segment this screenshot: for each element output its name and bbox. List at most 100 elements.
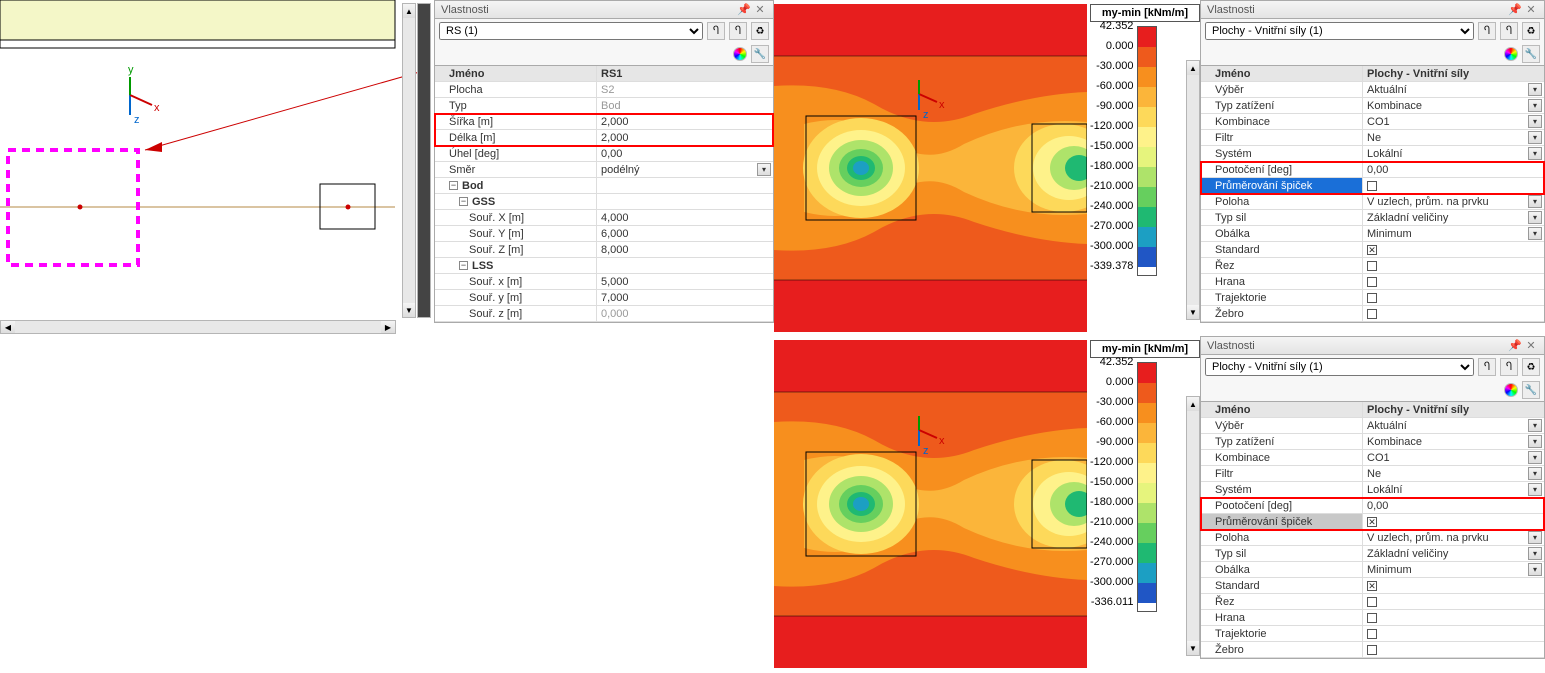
checkbox[interactable] [1363,290,1544,305]
checkbox[interactable] [1363,242,1544,257]
value[interactable]: 6,000 [597,226,773,241]
color-wheel-icon[interactable] [1504,47,1518,61]
close-icon[interactable]: ✕ [1524,339,1538,352]
chevron-down-icon[interactable] [1528,195,1542,208]
chevron-down-icon[interactable] [1528,227,1542,240]
value[interactable]: 0,00 [1363,162,1544,177]
tree-lss[interactable]: −LSS [435,258,597,273]
checkbox-icon[interactable] [1367,597,1377,607]
checkbox[interactable] [1363,258,1544,273]
value[interactable]: 5,000 [597,274,773,289]
value[interactable]: V uzlech, prům. na prvku [1363,530,1544,545]
checkbox-icon[interactable] [1367,293,1377,303]
value[interactable]: Minimum [1363,562,1544,577]
checkbox-icon[interactable] [1367,245,1377,255]
scrollbar-v[interactable]: ▲▼ [402,3,416,318]
chevron-down-icon[interactable] [1528,451,1542,464]
value[interactable]: Aktuální [1363,82,1544,97]
wrench-icon[interactable]: 🔧 [1522,45,1540,63]
checkbox-icon[interactable] [1367,261,1377,271]
color-wheel-icon[interactable] [733,47,747,61]
value[interactable]: Základní veličiny [1363,210,1544,225]
value[interactable]: Minimum [1363,226,1544,241]
value[interactable]: Ne [1363,130,1544,145]
checkbox[interactable] [1363,594,1544,609]
checkbox[interactable] [1363,610,1544,625]
chevron-down-icon[interactable] [1528,435,1542,448]
value[interactable]: 7,000 [597,290,773,305]
chevron-down-icon[interactable] [1528,547,1542,560]
chevron-down-icon[interactable] [1528,115,1542,128]
recycle-icon[interactable]: ♻ [751,22,769,40]
value[interactable]: Kombinace [1363,98,1544,113]
pin-icon[interactable]: 📌 [737,3,751,16]
chevron-down-icon[interactable] [1528,563,1542,576]
chevron-down-icon[interactable] [1528,483,1542,496]
contour-plot-top[interactable]: z x my-min [kNm/m]42.3520.000-30.000-60.… [774,0,1200,336]
chevron-down-icon[interactable] [1528,99,1542,112]
value[interactable]: CO1 [1363,114,1544,129]
checkbox-icon[interactable] [1367,629,1377,639]
tree-gss[interactable]: −GSS [435,194,597,209]
value-dropdown[interactable]: podélný [597,162,773,177]
checkbox-icon[interactable] [1367,517,1377,527]
panel-title-bar[interactable]: Vlastnosti 📌✕ [434,0,774,19]
filter-icon[interactable]: Ⴄ [1478,358,1496,376]
panel-title-bar[interactable]: Vlastnosti📌✕ [1200,0,1545,19]
selector-dropdown[interactable]: Plochy - Vnitřní síly (1) [1205,22,1474,40]
chevron-down-icon[interactable] [1528,467,1542,480]
filter2-icon[interactable]: Ⴄ [1500,358,1518,376]
panel-title-bar[interactable]: Vlastnosti📌✕ [1200,336,1545,355]
chevron-down-icon[interactable] [757,163,771,176]
wrench-icon[interactable]: 🔧 [751,45,769,63]
filter-icon[interactable]: Ⴄ [707,22,725,40]
checkbox-icon[interactable] [1367,277,1377,287]
filter-icon[interactable]: Ⴄ [1478,22,1496,40]
value[interactable]: Kombinace [1363,434,1544,449]
value[interactable]: Ne [1363,466,1544,481]
chevron-down-icon[interactable] [1528,419,1542,432]
checkbox-peak-averaging[interactable] [1363,178,1544,193]
checkbox-peak-averaging[interactable] [1363,514,1544,529]
checkbox[interactable] [1363,578,1544,593]
checkbox-icon[interactable] [1367,613,1377,623]
tree-bod[interactable]: −Bod [435,178,597,193]
chevron-down-icon[interactable] [1528,531,1542,544]
model-view[interactable]: y z x ▲▼ ◀▶ [0,0,434,336]
contour-plot-bottom[interactable]: z x my-min [kNm/m]42.3520.000-30.000-60.… [774,336,1200,673]
close-icon[interactable]: ✕ [1524,3,1538,16]
wrench-icon[interactable]: 🔧 [1522,381,1540,399]
value[interactable]: Základní veličiny [1363,546,1544,561]
filter2-icon[interactable]: Ⴄ [1500,22,1518,40]
chevron-down-icon[interactable] [1528,211,1542,224]
checkbox-icon[interactable] [1367,645,1377,655]
close-icon[interactable]: ✕ [753,3,767,16]
value[interactable]: 0,00 [597,146,773,161]
pin-icon[interactable]: 📌 [1508,3,1522,16]
color-wheel-icon[interactable] [1504,383,1518,397]
pin-icon[interactable]: 📌 [1508,339,1522,352]
value[interactable]: CO1 [1363,450,1544,465]
checkbox[interactable] [1363,306,1544,321]
checkbox-icon[interactable] [1367,181,1377,191]
scrollbar-h[interactable]: ◀▶ [0,320,396,334]
chevron-down-icon[interactable] [1528,131,1542,144]
recycle-icon[interactable]: ♻ [1522,358,1540,376]
checkbox[interactable] [1363,274,1544,289]
recycle-icon[interactable]: ♻ [1522,22,1540,40]
checkbox-icon[interactable] [1367,581,1377,591]
checkbox[interactable] [1363,626,1544,641]
chevron-down-icon[interactable] [1528,83,1542,96]
value-width[interactable]: 2,000 [597,114,773,129]
chevron-down-icon[interactable] [1528,147,1542,160]
scrollbar-v[interactable]: ▲▼ [1186,396,1200,656]
value[interactable]: Lokální [1363,482,1544,497]
selector-dropdown[interactable]: Plochy - Vnitřní síly (1) [1205,358,1474,376]
value[interactable]: 8,000 [597,242,773,257]
value[interactable]: 0,00 [1363,498,1544,513]
value-length[interactable]: 2,000 [597,130,773,145]
filter2-icon[interactable]: Ⴄ [729,22,747,40]
checkbox-icon[interactable] [1367,309,1377,319]
value[interactable]: 4,000 [597,210,773,225]
value[interactable]: Aktuální [1363,418,1544,433]
